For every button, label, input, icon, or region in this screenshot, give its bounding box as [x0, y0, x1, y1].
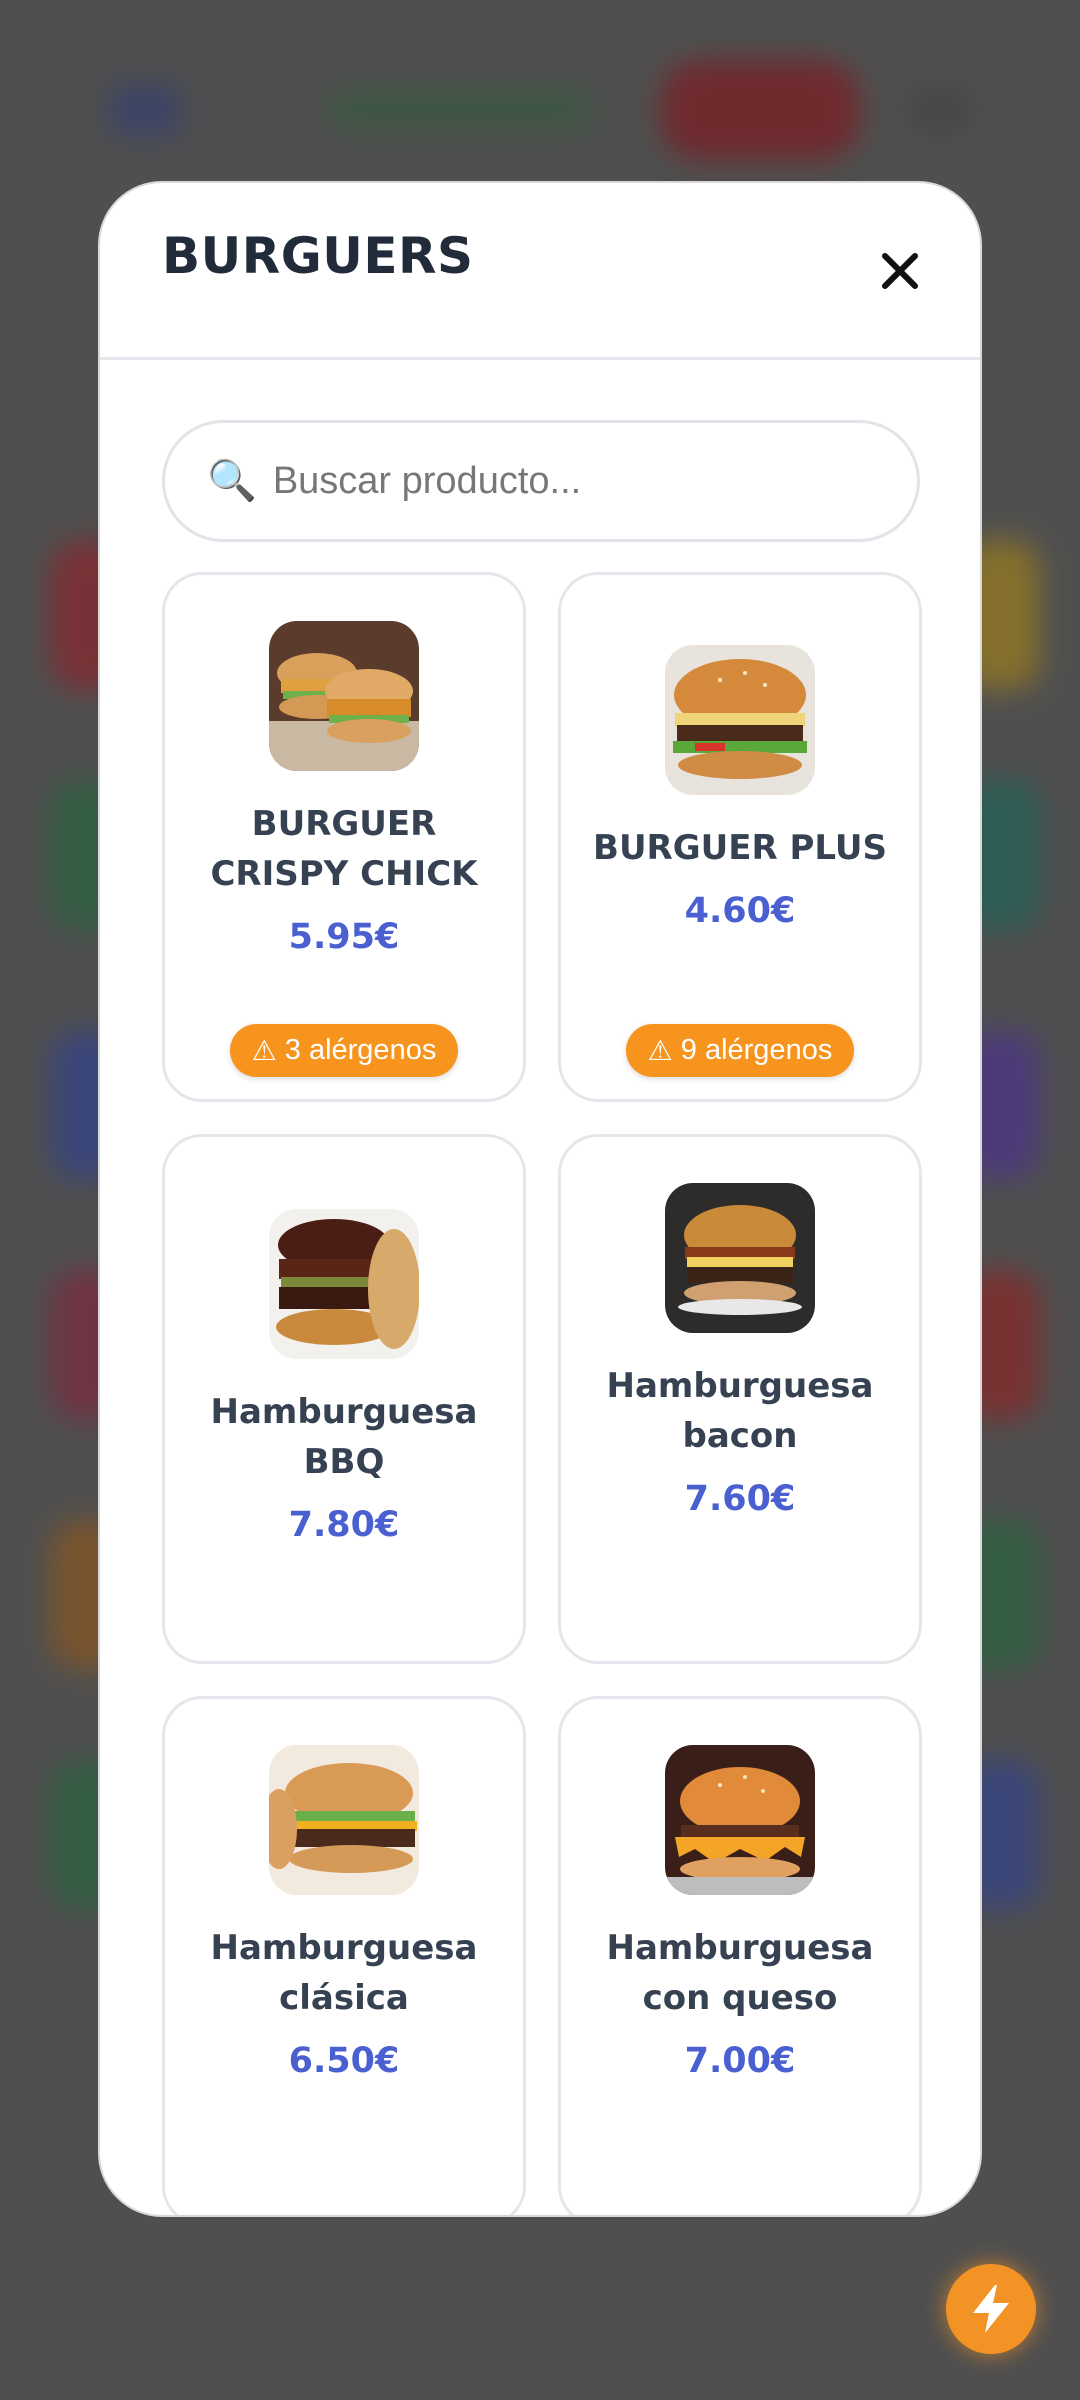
close-button[interactable]	[870, 241, 930, 301]
burger-plus-image	[665, 645, 815, 795]
product-name: BURGUER CRISPY CHICK	[210, 804, 478, 894]
lightning-icon	[973, 2285, 1009, 2333]
product-price: 7.80€	[288, 1505, 400, 1545]
bg-cart	[660, 60, 860, 160]
cheese-burger-image	[665, 1745, 815, 1895]
crispy-chicken-burger-image	[269, 621, 419, 771]
product-card[interactable]: BURGUER CRISPY CHICK 5.95€ ⚠ 3 alérgenos	[162, 572, 526, 1102]
allergen-count: 3 alérgenos	[284, 1034, 437, 1066]
bg-logo	[330, 90, 590, 130]
allergen-badge: ⚠ 3 alérgenos	[229, 1024, 459, 1077]
product-card[interactable]: Hamburguesa con queso 7.00€	[558, 1696, 922, 2215]
modal-header: BURGUERS	[100, 183, 980, 360]
product-price: 4.60€	[684, 891, 796, 931]
search-box[interactable]: 🔍	[162, 420, 920, 542]
product-name: BURGUER PLUS	[593, 828, 887, 868]
product-card[interactable]: Hamburguesa BBQ 7.80€	[162, 1134, 526, 1664]
product-price: 6.50€	[288, 2041, 400, 2081]
product-name: Hamburguesa clásica	[210, 1928, 478, 2018]
bacon-burger-image	[665, 1183, 815, 1333]
allergen-count: 9 alérgenos	[680, 1034, 833, 1066]
warning-icon: ⚠	[251, 1035, 277, 1066]
bg-user	[910, 90, 970, 130]
close-icon	[882, 253, 918, 289]
product-price: 5.95€	[288, 917, 400, 957]
bg-menu	[110, 85, 180, 135]
bbq-burger-image	[269, 1209, 419, 1359]
magnifier-icon: 🔍	[207, 458, 257, 504]
product-card[interactable]: Hamburguesa bacon 7.60€	[558, 1134, 922, 1664]
product-grid: BURGUER CRISPY CHICK 5.95€ ⚠ 3 alérgenos	[162, 572, 922, 2215]
product-price: 7.60€	[684, 1479, 796, 1519]
quick-action-button[interactable]	[946, 2264, 1036, 2354]
allergen-badge: ⚠ 9 alérgenos	[625, 1024, 855, 1077]
product-name: Hamburguesa con queso	[606, 1928, 874, 2018]
modal-title: BURGUERS	[162, 227, 474, 285]
product-price: 7.00€	[684, 2041, 796, 2081]
modal-body: 🔍 Buscar producto... BURGUER CRISPY CHIC…	[100, 360, 980, 2215]
warning-icon: ⚠	[647, 1035, 673, 1066]
search-input[interactable]	[270, 458, 835, 504]
product-card[interactable]: Hamburguesa clásica 6.50€	[162, 1696, 526, 2215]
classic-burger-image	[269, 1745, 419, 1895]
category-modal: BURGUERS 🔍 Buscar producto... BURGUER CR…	[98, 181, 982, 2217]
product-name: Hamburguesa bacon	[606, 1366, 874, 1456]
product-name: Hamburguesa BBQ	[210, 1392, 478, 1482]
product-card[interactable]: BURGUER PLUS 4.60€ ⚠ 9 alérgenos	[558, 572, 922, 1102]
